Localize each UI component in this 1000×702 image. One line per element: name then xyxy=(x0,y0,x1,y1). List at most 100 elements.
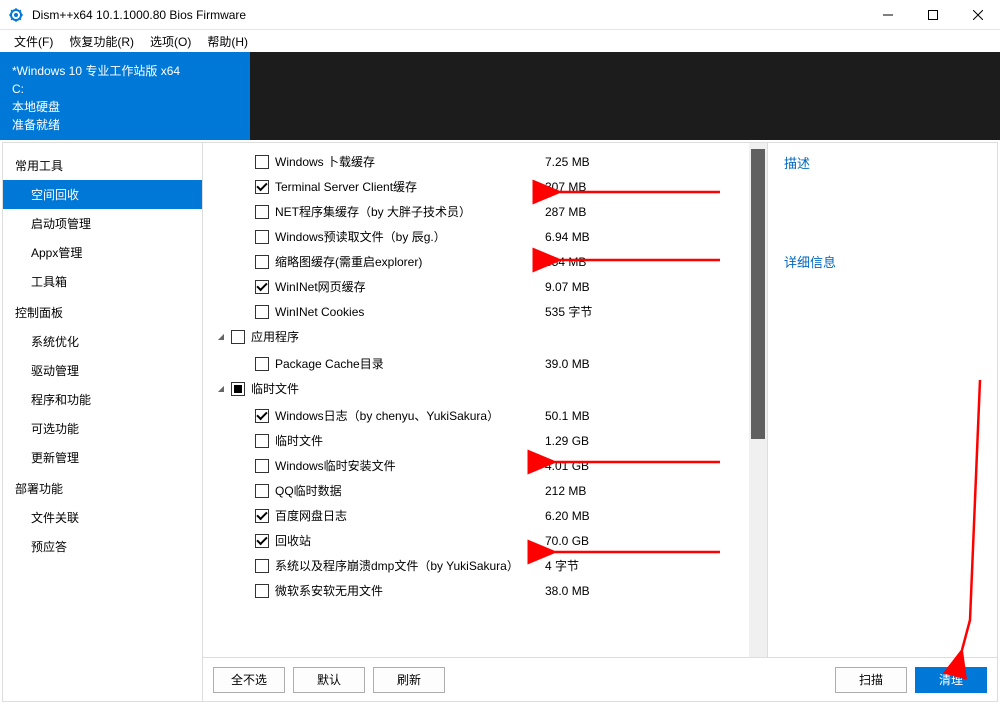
list-item[interactable]: 缩略图缓存(需重启explorer)654 MB xyxy=(211,249,749,274)
checkbox[interactable] xyxy=(255,180,269,194)
description-heading: 描述 xyxy=(784,153,981,172)
disk-type: 本地硬盘 xyxy=(12,98,238,116)
sidebar-item-startup[interactable]: 启动项管理 xyxy=(3,209,202,238)
item-label: Windows 卜载缓存 xyxy=(275,153,545,170)
collapse-toggle-icon[interactable]: ◢ xyxy=(215,332,227,341)
item-label: 百度网盘日志 xyxy=(275,507,545,524)
checkbox[interactable] xyxy=(255,409,269,423)
title-bar: Dism++x64 10.1.1000.80 Bios Firmware xyxy=(0,0,1000,30)
item-size: 50.1 MB xyxy=(545,409,625,423)
list-item[interactable]: QQ临时数据212 MB xyxy=(211,478,749,503)
sidebar-item-update-manage[interactable]: 更新管理 xyxy=(3,443,202,472)
list-item[interactable]: Windows预读取文件（by 辰g.）6.94 MB xyxy=(211,224,749,249)
sidebar: 常用工具 空间回收 启动项管理 Appx管理 工具箱 控制面板 系统优化 驱动管… xyxy=(3,143,203,701)
item-size: 212 MB xyxy=(545,484,625,498)
sidebar-item-toolbox[interactable]: 工具箱 xyxy=(3,267,202,296)
image-info-card[interactable]: *Windows 10 专业工作站版 x64 C: 本地硬盘 准备就绪 xyxy=(0,52,250,140)
item-label: Windows临时安装文件 xyxy=(275,457,545,474)
item-label: 应用程序 xyxy=(251,328,299,345)
close-button[interactable] xyxy=(955,0,1000,30)
item-label: 缩略图缓存(需重启explorer) xyxy=(275,253,545,270)
clean-button[interactable]: 清理 xyxy=(915,667,987,693)
deselect-all-button[interactable]: 全不选 xyxy=(213,667,285,693)
cleanup-list: Windows 卜载缓存7.25 MBTerminal Server Clien… xyxy=(203,143,749,657)
list-item[interactable]: 临时文件1.29 GB xyxy=(211,428,749,453)
menu-file[interactable]: 文件(F) xyxy=(6,31,61,52)
checkbox[interactable] xyxy=(255,280,269,294)
list-group-header[interactable]: ◢ 应用程序 xyxy=(211,324,749,349)
maximize-button[interactable] xyxy=(910,0,955,30)
right-panel: 描述 详细信息 xyxy=(767,143,997,657)
checkbox[interactable] xyxy=(231,330,245,344)
checkbox[interactable] xyxy=(255,255,269,269)
list-item[interactable]: WinINet网页缓存9.07 MB xyxy=(211,274,749,299)
list-item[interactable]: WinINet Cookies535 字节 xyxy=(211,299,749,324)
item-size: 4.01 GB xyxy=(545,459,625,473)
sidebar-item-driver-manage[interactable]: 驱动管理 xyxy=(3,356,202,385)
menu-help[interactable]: 帮助(H) xyxy=(199,31,256,52)
item-label: 临时文件 xyxy=(251,380,299,397)
list-item[interactable]: Package Cache目录39.0 MB xyxy=(211,351,749,376)
checkbox[interactable] xyxy=(255,205,269,219)
checkbox[interactable] xyxy=(255,459,269,473)
item-label: WinINet网页缓存 xyxy=(275,278,545,295)
item-size: 1.29 GB xyxy=(545,434,625,448)
image-info-bar: *Windows 10 专业工作站版 x64 C: 本地硬盘 准备就绪 xyxy=(0,52,1000,140)
sidebar-item-appx[interactable]: Appx管理 xyxy=(3,238,202,267)
checkbox[interactable] xyxy=(255,155,269,169)
checkbox[interactable] xyxy=(231,382,245,396)
content-area: Windows 卜载缓存7.25 MBTerminal Server Clien… xyxy=(203,143,997,701)
checkbox[interactable] xyxy=(255,434,269,448)
sidebar-group-common: 常用工具 xyxy=(3,149,202,180)
sidebar-item-programs[interactable]: 程序和功能 xyxy=(3,385,202,414)
list-item[interactable]: 回收站70.0 GB xyxy=(211,528,749,553)
refresh-button[interactable]: 刷新 xyxy=(373,667,445,693)
list-item[interactable]: NET程序集缓存（by 大胖子技术员）287 MB xyxy=(211,199,749,224)
item-label: QQ临时数据 xyxy=(275,482,545,499)
checkbox[interactable] xyxy=(255,534,269,548)
list-item[interactable]: 系统以及程序崩溃dmp文件（by YukiSakura）4 字节 xyxy=(211,553,749,578)
menu-options[interactable]: 选项(O) xyxy=(142,31,199,52)
menu-bar: 文件(F) 恢复功能(R) 选项(O) 帮助(H) xyxy=(0,30,1000,52)
sidebar-item-system-optimize[interactable]: 系统优化 xyxy=(3,327,202,356)
checkbox[interactable] xyxy=(255,584,269,598)
item-size: 654 MB xyxy=(545,255,625,269)
scrollbar-track[interactable] xyxy=(749,143,767,657)
checkbox[interactable] xyxy=(255,357,269,371)
scan-button[interactable]: 扫描 xyxy=(835,667,907,693)
checkbox[interactable] xyxy=(255,230,269,244)
list-item[interactable]: Windows 卜载缓存7.25 MB xyxy=(211,149,749,174)
list-item[interactable]: 微软系安软无用文件38.0 MB xyxy=(211,578,749,603)
default-button[interactable]: 默认 xyxy=(293,667,365,693)
list-group-header[interactable]: ◢ 临时文件 xyxy=(211,376,749,401)
item-label: 回收站 xyxy=(275,532,545,549)
checkbox[interactable] xyxy=(255,509,269,523)
collapse-toggle-icon[interactable]: ◢ xyxy=(215,384,227,393)
minimize-button[interactable] xyxy=(865,0,910,30)
main-area: 常用工具 空间回收 启动项管理 Appx管理 工具箱 控制面板 系统优化 驱动管… xyxy=(2,142,998,702)
item-size: 307 MB xyxy=(545,180,625,194)
item-size: 535 字节 xyxy=(545,303,625,320)
sidebar-item-space-cleanup[interactable]: 空间回收 xyxy=(3,180,202,209)
item-label: Package Cache目录 xyxy=(275,355,545,372)
drive-letter: C: xyxy=(12,80,238,98)
scrollbar-thumb[interactable] xyxy=(751,149,765,439)
item-size: 39.0 MB xyxy=(545,357,625,371)
list-item[interactable]: Terminal Server Client缓存307 MB xyxy=(211,174,749,199)
checkbox[interactable] xyxy=(255,305,269,319)
sidebar-item-unattend[interactable]: 预应答 xyxy=(3,532,202,561)
item-size: 9.07 MB xyxy=(545,280,625,294)
list-item[interactable]: 百度网盘日志6.20 MB xyxy=(211,503,749,528)
window-title: Dism++x64 10.1.1000.80 Bios Firmware xyxy=(32,8,865,22)
list-item[interactable]: Windows临时安装文件4.01 GB xyxy=(211,453,749,478)
sidebar-item-optional-features[interactable]: 可选功能 xyxy=(3,414,202,443)
item-size: 6.94 MB xyxy=(545,230,625,244)
checkbox[interactable] xyxy=(255,559,269,573)
checkbox[interactable] xyxy=(255,484,269,498)
menu-restore[interactable]: 恢复功能(R) xyxy=(61,31,142,52)
list-item[interactable]: Windows日志（by chenyu、YukiSakura）50.1 MB xyxy=(211,403,749,428)
sidebar-item-file-assoc[interactable]: 文件关联 xyxy=(3,503,202,532)
app-icon xyxy=(8,7,24,23)
item-label: WinINet Cookies xyxy=(275,305,545,319)
sidebar-group-deploy: 部署功能 xyxy=(3,472,202,503)
